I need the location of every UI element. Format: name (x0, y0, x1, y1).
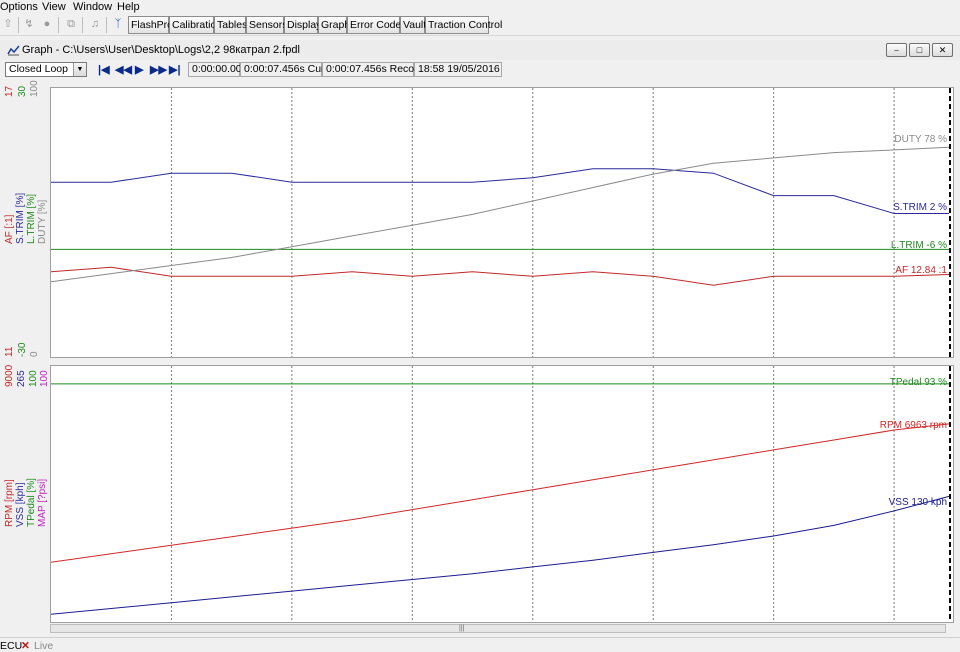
toolbar-separator (106, 17, 107, 33)
map-axis-top: 100 (39, 370, 50, 387)
top-chart-series-strim (51, 168, 949, 214)
disconnected-icon: ✕ (21, 640, 30, 652)
music-icon[interactable]: ♫ (88, 17, 102, 32)
traction-control-button[interactable]: Traction Control (425, 16, 502, 34)
graph-button[interactable]: Graph (318, 16, 350, 34)
mode-select-value: Closed Loop (9, 63, 68, 75)
top-chart-plot[interactable]: DUTY 78 % S.TRIM 2 % L.TRIM -6 % AF 12.8… (50, 87, 954, 358)
toolbar-separator (82, 17, 83, 33)
rpm-readout: RPM 6963 rpm (879, 420, 947, 431)
menu-bar: Options View Window Help (0, 0, 960, 14)
graph-window-titlebar: Graph - C:\Users\User\Desktop\Logs\2,2 9… (0, 40, 960, 60)
mode-select[interactable]: Closed Loop ▼ (5, 62, 87, 77)
tpedal-readout: TPedal 93 % (889, 377, 947, 388)
toolbar-separator (58, 17, 59, 33)
graph-window-icon (7, 45, 20, 56)
tpedal-axis-top: 100 (28, 370, 39, 387)
rewind-icon[interactable]: ◀◀ (115, 63, 132, 76)
duty-readout: DUTY 78 % (894, 134, 947, 145)
vss-axis-top: 265 (16, 370, 27, 387)
af-axis-top: 17 (4, 85, 15, 97)
rpm-axis-top: 9000 (4, 364, 15, 387)
timestamp-display: 18:58 19/05/2016 (414, 62, 502, 77)
trim-axis-top: 30 (17, 85, 28, 97)
menu-window[interactable]: Window (73, 1, 112, 13)
strim-axis-label: S.TRIM [%] (15, 192, 26, 244)
rpm-axis-label: RPM [rpm] (4, 479, 15, 527)
ltrim-axis-label: L.TRIM [%] (26, 193, 37, 244)
bottom-chart-series-vss (51, 495, 950, 615)
play-icon[interactable]: ▶ (135, 63, 143, 76)
bluetooth-icon[interactable]: ᛉ (111, 17, 125, 32)
tables-button[interactable]: Tables (214, 16, 247, 34)
menu-help[interactable]: Help (117, 1, 140, 13)
tpedal-axis-label: TPedal [%] (26, 478, 37, 527)
bottom-chart-series-rpm (51, 423, 950, 563)
connect-icon[interactable]: ↯ (22, 17, 36, 32)
minimize-button[interactable]: ⎯ (886, 43, 907, 57)
af-axis-label: AF [:1] (4, 214, 15, 244)
calibration-button[interactable]: Calibration (169, 16, 222, 34)
record-icon[interactable]: ● (40, 17, 54, 32)
recorded-time-display: 0:00:07.456s Recorded (322, 62, 435, 77)
sensors-button[interactable]: Sensors (246, 16, 288, 34)
vault-button[interactable]: Vault (400, 16, 426, 34)
home-icon[interactable]: ⇧ (1, 17, 15, 32)
top-chart-series-duty (51, 146, 950, 283)
bottom-chart-svg (51, 366, 951, 622)
close-button[interactable]: ✕ (932, 43, 953, 57)
af-readout: AF 12.84 :1 (895, 265, 947, 276)
horizontal-scrollbar[interactable]: ||| (50, 624, 946, 633)
top-chart-svg (51, 88, 951, 357)
chevron-down-icon[interactable]: ▼ (73, 63, 86, 76)
skip-start-icon[interactable]: |◀ (98, 63, 110, 76)
duty-axis-bottom: 0 (29, 351, 40, 357)
maximize-button[interactable]: □ (909, 43, 930, 57)
error-codes-button[interactable]: Error Codes (347, 16, 407, 34)
fast-forward-icon[interactable]: ▶▶ (150, 63, 167, 76)
copy-icon[interactable]: ⧉ (64, 17, 78, 32)
trim-axis-bottom: -30 (17, 342, 28, 357)
af-axis-bottom: 11 (4, 346, 15, 357)
start-time-display: 0:00:00.000s (188, 62, 253, 77)
vss-readout: VSS 130 kph (888, 497, 947, 508)
duty-axis-top: 100 (29, 80, 40, 97)
bottom-chart-plot[interactable]: TPedal 93 % RPM 6963 rpm VSS 130 kph (50, 365, 954, 623)
toolbar: ⇧ ↯ ● ⧉ ♫ ᛉ FlashPro Calibration Tables … (0, 14, 960, 36)
display-button[interactable]: Display (284, 16, 321, 34)
graph-control-bar: Closed Loop ▼ |◀ ◀◀ ▶ ▶▶ ▶| 0:00:00.000s… (0, 60, 960, 78)
toolbar-separator (18, 17, 19, 33)
scroll-grip-icon[interactable]: ||| (459, 625, 473, 632)
cursor-time-display: 0:00:07.456s Cursor (240, 62, 339, 77)
vss-axis-label: VSS [kph] (15, 482, 26, 527)
live-status: Live (34, 640, 54, 652)
top-chart-series-af (51, 266, 950, 286)
ltrim-readout: L.TRIM -6 % (890, 240, 947, 251)
window-title: Graph - C:\Users\User\Desktop\Logs\2,2 9… (22, 44, 300, 56)
ecu-label: ECU (0, 640, 23, 652)
map-axis-label: MAP [?psi] (37, 478, 48, 527)
strim-readout: S.TRIM 2 % (893, 202, 947, 213)
duty-axis-label: DUTY [%] (37, 199, 48, 244)
status-bar: ECU ✕ Live (0, 637, 960, 652)
flashpro-button[interactable]: FlashPro (128, 16, 173, 34)
skip-end-icon[interactable]: ▶| (169, 63, 181, 76)
menu-view[interactable]: View (42, 1, 66, 13)
menu-options[interactable]: Options (0, 1, 38, 13)
